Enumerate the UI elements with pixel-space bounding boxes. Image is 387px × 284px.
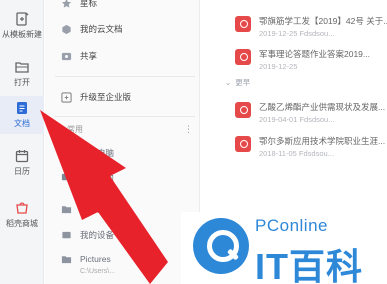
- folder-icon: [61, 205, 72, 213]
- upgrade-icon: [61, 91, 72, 103]
- rail-item-label: 从模板新建: [2, 30, 42, 39]
- pconline-watermark: PConline IT百科: [181, 212, 387, 284]
- pdf-doc-icon: [235, 136, 251, 152]
- nav-item-my-computer[interactable]: 我的电脑: [61, 144, 114, 162]
- list-item[interactable]: 乙酸乙烯酯产业供需现状及发展... 2019-04-01 Fdsdsou...: [201, 98, 387, 134]
- share-icon: [61, 52, 72, 60]
- watermark-sub: IT百科: [255, 246, 363, 284]
- doc-title: 鄂旗筋学工发【2019】42号 关于...: [259, 16, 387, 26]
- nav-item-my-desktop[interactable]: 我的桌面: [61, 168, 114, 186]
- pdf-doc-icon: [235, 49, 251, 65]
- calendar-icon: [15, 150, 29, 163]
- nav-item-starred[interactable]: 星标: [61, 0, 97, 12]
- rail-item-label: 打开: [14, 78, 30, 87]
- divider: [55, 76, 195, 77]
- divider: [55, 116, 195, 117]
- rail-item-calendar[interactable]: 日历: [0, 146, 44, 182]
- pdf-doc-icon: [235, 102, 251, 118]
- rail-item-new-from-template[interactable]: 从模板新建: [0, 10, 44, 50]
- rail-item-label: 日历: [14, 167, 30, 176]
- doc-title: 军事理论答题作业答案2019...: [259, 49, 370, 59]
- store-icon: [16, 202, 28, 214]
- chevron-down-icon: ⌄: [225, 78, 232, 87]
- pdf-doc-icon: [235, 16, 251, 32]
- doc-meta: 2019-12-25 Fdsdsou...: [259, 29, 335, 38]
- rail-item-store[interactable]: 稻壳商城: [0, 199, 44, 229]
- nav-item-shared[interactable]: 共享: [61, 47, 97, 65]
- document-icon: [17, 102, 27, 114]
- folder-open-icon: [15, 62, 29, 73]
- doc-meta: 2018-11-05 Fdsdsou...: [259, 149, 334, 158]
- new-from-template-icon: [16, 12, 29, 26]
- group-label-earlier[interactable]: ⌄ 更早: [225, 77, 250, 88]
- navigation-panel: 星标 我的云文档 共享 升级至企业版 常用 ⋮ 我的电脑 我的桌面 我的文档 我…: [45, 0, 200, 284]
- rail-item-open[interactable]: 打开: [0, 57, 44, 93]
- doc-meta: 2019-04-01 Fdsdsou...: [259, 115, 335, 124]
- rail-item-documents[interactable]: 文档: [0, 96, 44, 134]
- left-rail: 从模板新建 打开 文档 日历 稻壳商城: [0, 0, 44, 284]
- more-options-icon[interactable]: ⋮: [184, 124, 193, 135]
- nav-item-my-devices[interactable]: 我的设备: [61, 226, 114, 244]
- upgrade-enterprise-button[interactable]: 升级至企业版: [61, 88, 131, 106]
- folder-icon: [61, 255, 72, 263]
- rail-item-label: 稻壳商城: [6, 219, 38, 228]
- pconline-logo-icon: [193, 218, 249, 274]
- nav-item-my-cloud-docs[interactable]: 我的云文档: [61, 20, 123, 38]
- list-item[interactable]: 鄂尔多斯应用技术学院职业生涯... 2018-11-05 Fdsdsou...: [201, 132, 387, 168]
- star-icon: [61, 0, 72, 8]
- doc-meta: 2019-12-25: [259, 62, 298, 71]
- cloud-docs-icon: [62, 24, 71, 34]
- nav-item-my-documents[interactable]: 我的文档: [61, 200, 114, 218]
- desktop-icon: [61, 173, 72, 180]
- wps-home-window: 从模板新建 打开 文档 日历 稻壳商城 星标 我的云文档 共享 升级至企业版 常…: [0, 0, 387, 284]
- doc-title: 乙酸乙烯酯产业供需现状及发展...: [259, 102, 386, 112]
- doc-title: 鄂尔多斯应用技术学院职业生涯...: [259, 136, 386, 146]
- nav-item-pictures-path: C:\Users\...: [80, 267, 116, 275]
- watermark-brand: PConline: [255, 216, 328, 235]
- rail-item-label: 文档: [14, 119, 30, 128]
- device-icon: [62, 231, 71, 238]
- list-item[interactable]: 军事理论答题作业答案2019... 2019-12-25: [201, 45, 387, 81]
- list-item[interactable]: 鄂旗筋学工发【2019】42号 关于... 2019-12-25 Fdsdsou…: [201, 12, 387, 48]
- computer-icon: [61, 149, 72, 156]
- section-title-common: 常用: [67, 125, 83, 134]
